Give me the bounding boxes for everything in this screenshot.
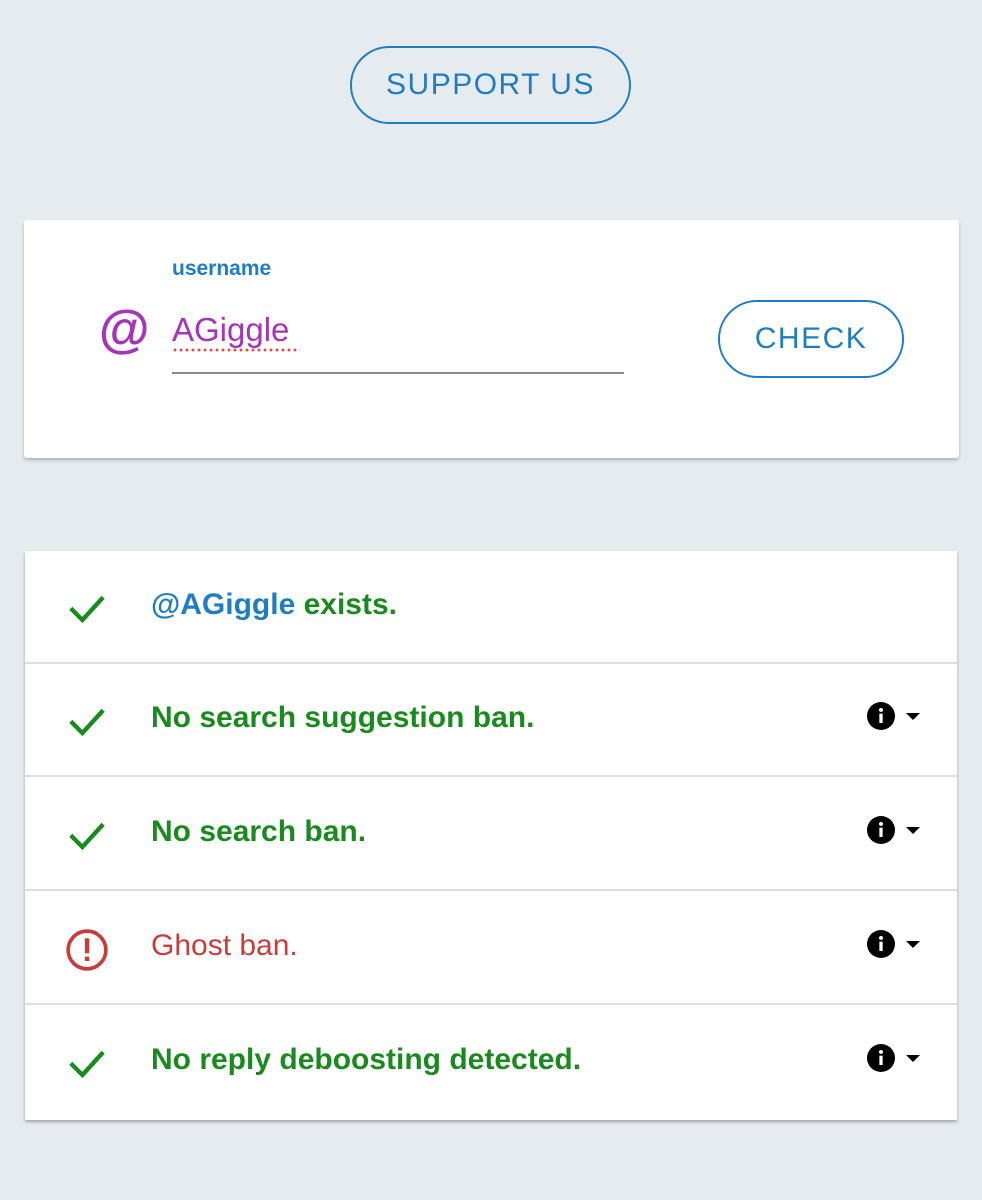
- result-text: No search ban.: [151, 815, 367, 848]
- expand-details-toggle[interactable]: [867, 930, 921, 958]
- username-label: username: [172, 257, 272, 280]
- check-button[interactable]: CHECK: [718, 300, 904, 378]
- username-input[interactable]: [172, 308, 624, 374]
- check-icon: [69, 595, 105, 624]
- info-icon[interactable]: [867, 930, 895, 958]
- chevron-down-icon[interactable]: [905, 939, 921, 949]
- result-text: No reply deboosting detected.: [151, 1043, 582, 1076]
- result-text: No search suggestion ban.: [151, 701, 535, 734]
- check-icon: [69, 708, 105, 737]
- alert-circle-icon: [66, 929, 108, 971]
- expand-details-toggle[interactable]: [867, 816, 921, 844]
- chevron-down-icon[interactable]: [905, 825, 921, 835]
- at-sign-icon: @: [98, 301, 149, 359]
- result-row-exists: @AGiggle exists.: [25, 551, 957, 664]
- result-text: @AGiggle exists.: [151, 585, 397, 625]
- chevron-down-icon[interactable]: [905, 1053, 921, 1063]
- exists-text: exists.: [295, 588, 397, 621]
- result-row-search-ban[interactable]: No search ban.: [25, 778, 957, 891]
- support-us-button[interactable]: SUPPORT US: [350, 46, 631, 124]
- result-text: Ghost ban.: [151, 929, 298, 962]
- check-icon: [69, 822, 105, 851]
- result-row-reply-deboosting[interactable]: No reply deboosting detected.: [25, 1006, 957, 1119]
- info-icon[interactable]: [867, 816, 895, 844]
- result-row-ghost-ban[interactable]: Ghost ban.: [25, 892, 957, 1005]
- check-icon: [69, 1050, 105, 1079]
- expand-details-toggle[interactable]: [867, 702, 921, 730]
- info-icon[interactable]: [867, 702, 895, 730]
- expand-details-toggle[interactable]: [867, 1044, 921, 1072]
- info-icon[interactable]: [867, 1044, 895, 1072]
- chevron-down-icon[interactable]: [905, 711, 921, 721]
- spellcheck-underline: [172, 348, 300, 352]
- result-row-search-suggestion-ban[interactable]: No search suggestion ban.: [25, 664, 957, 777]
- username-mention: @AGiggle: [151, 588, 296, 621]
- results-list: @AGiggle exists. No search suggestion ba…: [25, 551, 957, 1120]
